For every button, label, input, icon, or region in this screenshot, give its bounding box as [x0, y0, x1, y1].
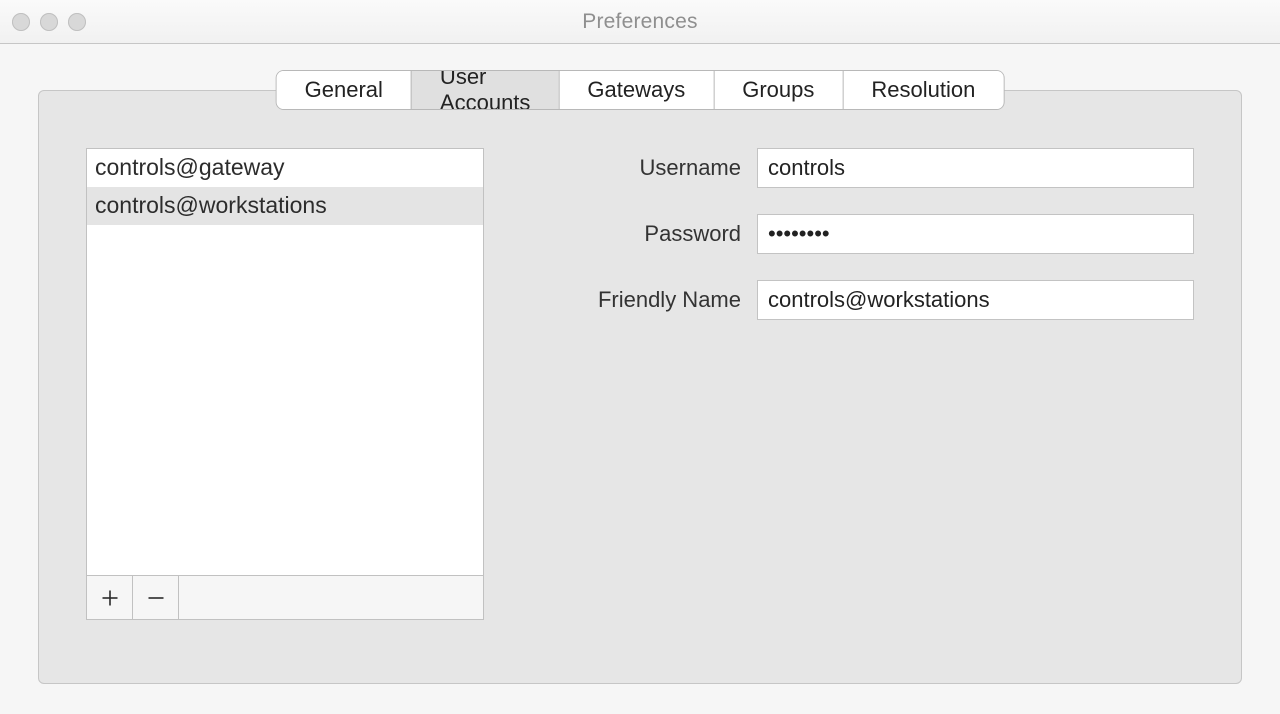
window-title: Preferences [0, 10, 1280, 34]
footer-spacer [179, 576, 483, 619]
add-account-button[interactable] [87, 576, 133, 619]
accounts-list-footer [87, 575, 483, 619]
zoom-window-button[interactable] [68, 13, 86, 31]
friendly-name-input[interactable] [757, 280, 1194, 320]
tab-groups[interactable]: Groups [713, 71, 842, 109]
account-row[interactable]: controls@workstations [87, 187, 483, 225]
password-input[interactable] [757, 214, 1194, 254]
tab-gateways[interactable]: Gateways [558, 71, 713, 109]
tab-label: Resolution [871, 77, 975, 103]
account-label: controls@gateway [95, 154, 285, 180]
tab-resolution[interactable]: Resolution [842, 71, 1003, 109]
username-row: Username [561, 148, 1194, 188]
account-label: controls@workstations [95, 192, 327, 218]
content-area: General User Accounts Gateways Groups Re… [0, 44, 1280, 714]
close-window-button[interactable] [12, 13, 30, 31]
tab-bar: General User Accounts Gateways Groups Re… [277, 71, 1004, 109]
plus-icon [101, 589, 119, 607]
tab-label: User Accounts [440, 71, 530, 109]
titlebar: Preferences [0, 0, 1280, 44]
account-form: Username Password Friendly Name [561, 148, 1194, 346]
accounts-listbox: controls@gateway controls@workstations [86, 148, 484, 620]
account-row[interactable]: controls@gateway [87, 149, 483, 187]
password-row: Password [561, 214, 1194, 254]
tab-user-accounts[interactable]: User Accounts [411, 71, 558, 109]
tab-label: Groups [742, 77, 814, 103]
friendly-name-label: Friendly Name [561, 287, 741, 313]
minus-icon [147, 589, 165, 607]
username-label: Username [561, 155, 741, 181]
preferences-panel-overlay: controls@gateway controls@workstations U… [38, 90, 1242, 684]
password-label: Password [561, 221, 741, 247]
remove-account-button[interactable] [133, 576, 179, 619]
accounts-list[interactable]: controls@gateway controls@workstations [87, 149, 483, 575]
tab-label: Gateways [587, 77, 685, 103]
friendly-name-row: Friendly Name [561, 280, 1194, 320]
minimize-window-button[interactable] [40, 13, 58, 31]
window-controls [12, 0, 86, 43]
username-input[interactable] [757, 148, 1194, 188]
tab-label: General [305, 77, 383, 103]
tab-general[interactable]: General [277, 71, 411, 109]
